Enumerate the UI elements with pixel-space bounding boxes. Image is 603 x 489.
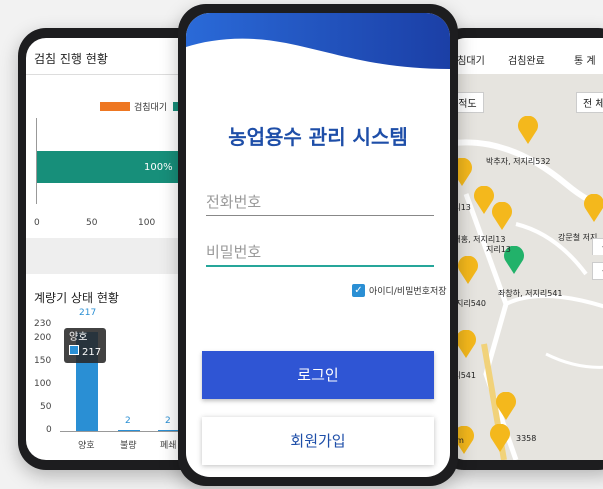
zoom-in-button[interactable]: + <box>592 238 603 255</box>
map-label: 3358 <box>516 434 537 443</box>
yellow-marker-icon[interactable] <box>490 202 514 230</box>
zoom-out-button[interactable]: − <box>592 262 603 280</box>
map-label: 지리540 <box>456 299 486 308</box>
app-title: 농업용수 관리 시스템 <box>228 125 408 149</box>
progress-bar-label: 100% <box>144 162 173 173</box>
y-tick: 200 <box>34 333 52 343</box>
remember-credentials[interactable]: ✓ 아이디/비밀번호저장 <box>352 284 447 297</box>
login-button[interactable]: 로그인 <box>202 351 434 399</box>
chart-tooltip: 양호 217 <box>64 328 107 363</box>
legend-label: 검침대기 <box>134 103 168 113</box>
bar-value-label: 2 <box>165 416 171 426</box>
y-tick: 0 <box>46 425 52 435</box>
progress-card-title: 검침 진행 현황 <box>34 52 108 66</box>
meter-bar-bad <box>118 430 140 431</box>
x-label: 폐쇄 <box>160 441 177 451</box>
remember-label: 아이디/비밀번호저장 <box>369 287 447 297</box>
x-label: 양호 <box>78 441 95 451</box>
chart-legend: 검침대기 <box>100 100 187 113</box>
map-label: 박추자, 저지리532 <box>486 157 551 166</box>
y-tick: 150 <box>34 356 52 366</box>
y-tick: 50 <box>40 402 52 412</box>
tooltip-title: 양호 <box>69 332 88 343</box>
right-phone: 검침대기 검침완료 통 계 지적도 전 체 박추자, 저지리532 지리13 조… <box>436 28 603 470</box>
tooltip-value: 217 <box>82 347 102 358</box>
meter-bar-closed <box>158 430 180 431</box>
login-screen: 농업용수 관리 시스템 전화번호 비밀번호 ✓ 아이디/비밀번호저장 로그인 회… <box>186 13 450 477</box>
signup-button[interactable]: 회원가입 <box>202 417 434 465</box>
right-screen: 검침대기 검침완료 통 계 지적도 전 체 박추자, 저지리532 지리13 조… <box>446 38 603 460</box>
map-label: 좌창하, 저지리541 <box>498 289 563 298</box>
tab-stats[interactable]: 통 계 <box>574 52 596 67</box>
bar-value-label: 2 <box>125 416 131 426</box>
password-field[interactable]: 비밀번호 <box>206 241 434 267</box>
map-tabs: 검침대기 검침완료 통 계 <box>446 38 603 74</box>
map-view[interactable]: 지적도 전 체 31 박추자, 저지리532 지리13 5 조태홍, 저지리13… <box>446 74 603 460</box>
x-tick: 0 <box>34 218 40 228</box>
map-label: 지리13 <box>486 245 511 254</box>
phone-number-field[interactable]: 전화번호 <box>206 191 434 216</box>
show-all-button[interactable]: 전 체 <box>576 92 603 113</box>
checkbox-checked-icon[interactable]: ✓ <box>352 284 365 297</box>
center-phone: 농업용수 관리 시스템 전화번호 비밀번호 ✓ 아이디/비밀번호저장 로그인 회… <box>178 4 458 486</box>
tooltip-row: 217 <box>69 345 101 360</box>
tooltip-swatch <box>69 345 79 355</box>
yellow-marker-icon[interactable] <box>456 256 480 284</box>
yellow-marker-icon[interactable] <box>516 116 540 144</box>
yellow-marker-icon[interactable] <box>582 194 603 222</box>
bar-value-label: 217 <box>79 308 97 318</box>
x-label: 불량 <box>120 441 137 451</box>
y-tick: 100 <box>34 379 52 389</box>
x-tick: 100 <box>138 218 156 228</box>
header-wave <box>186 13 450 69</box>
meter-card-title: 계량기 상태 현황 <box>34 291 119 305</box>
tab-done[interactable]: 검침완료 <box>508 52 545 67</box>
yellow-marker-icon[interactable] <box>494 392 518 420</box>
y-tick: 230 <box>34 319 52 329</box>
legend-swatch <box>100 102 130 111</box>
x-tick: 50 <box>86 218 98 228</box>
yellow-marker-icon[interactable] <box>488 424 512 452</box>
